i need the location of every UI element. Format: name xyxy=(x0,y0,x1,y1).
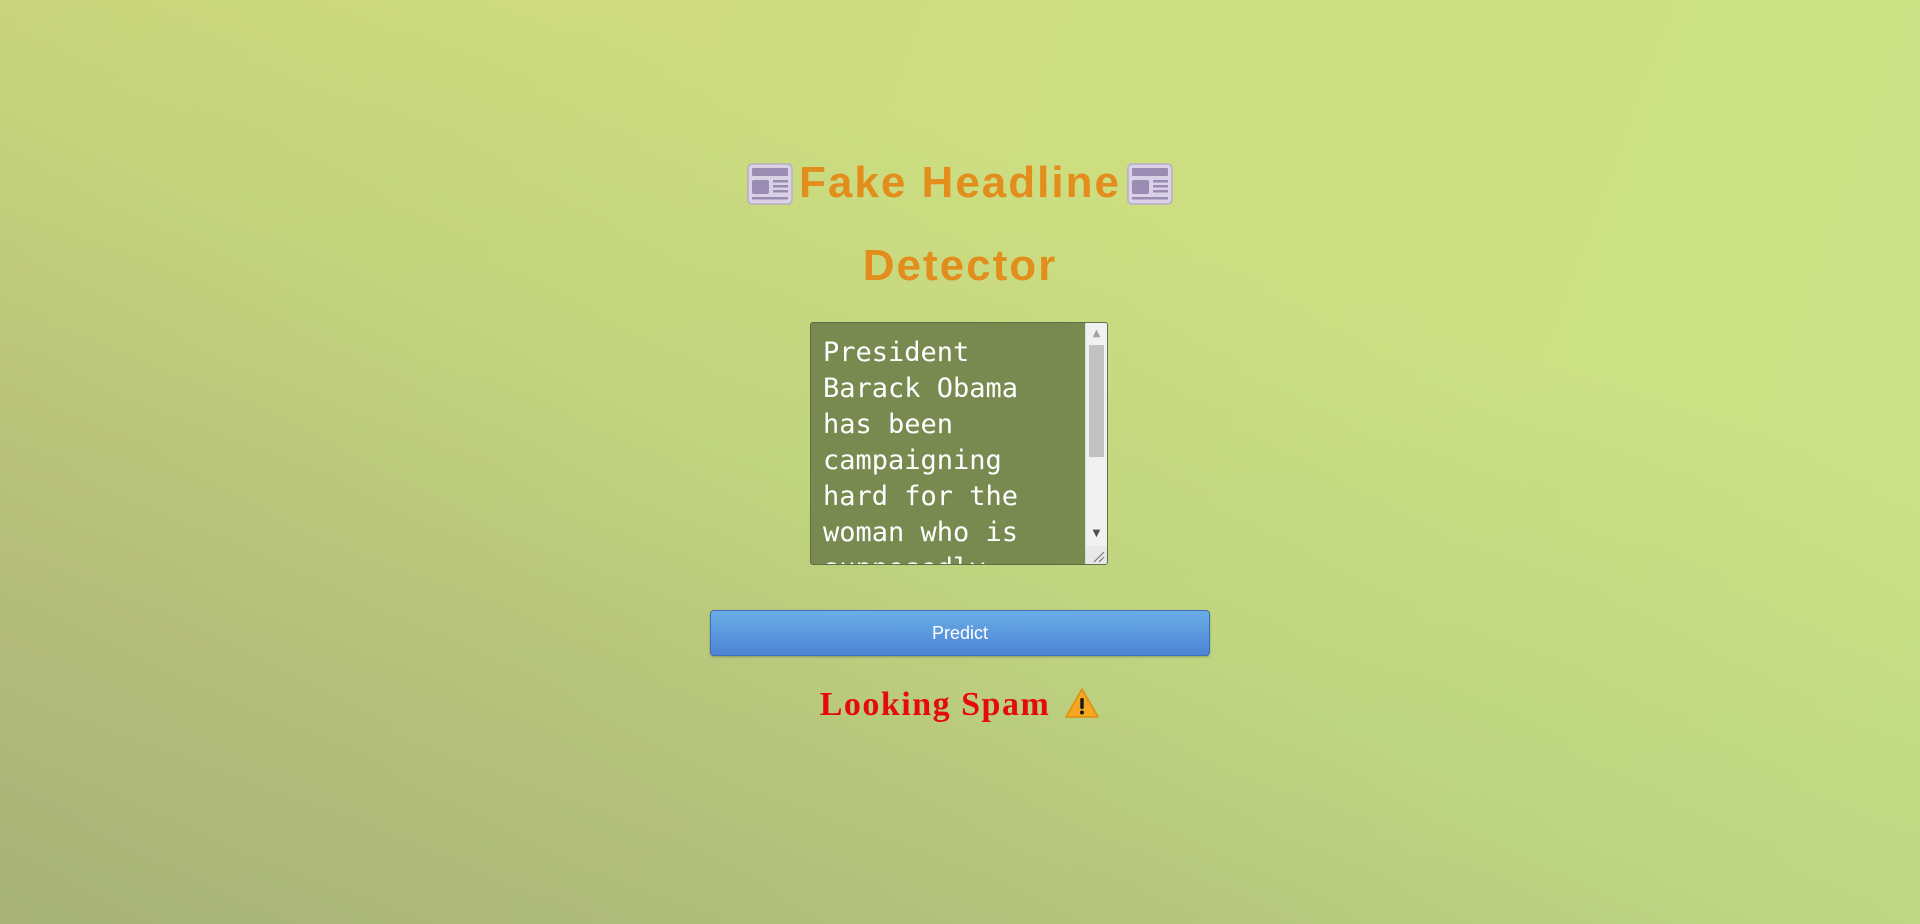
app-container: Fake Headline Detector President Barack … xyxy=(0,0,1920,924)
scroll-down-arrow-icon[interactable]: ▼ xyxy=(1086,523,1107,543)
scroll-thumb[interactable] xyxy=(1089,345,1104,457)
newspaper-icon xyxy=(747,163,793,205)
headline-textarea[interactable]: President Barack Obama has been campaign… xyxy=(810,322,1108,565)
textarea-scrollbar[interactable]: ▲ ▼ xyxy=(1085,323,1107,564)
title-text-line2: Detector xyxy=(862,241,1058,290)
warning-icon xyxy=(1065,688,1100,718)
page-title: Fake Headline xyxy=(0,158,1920,208)
resize-grip-icon[interactable] xyxy=(1086,546,1107,564)
prediction-result: Looking Spam xyxy=(0,686,1920,724)
title-text-line1: Fake Headline xyxy=(799,158,1121,207)
headline-textarea-value[interactable]: President Barack Obama has been campaign… xyxy=(823,335,1073,564)
result-text: Looking Spam xyxy=(819,686,1051,723)
newspaper-icon xyxy=(1127,163,1173,205)
predict-button[interactable]: Predict xyxy=(710,610,1210,656)
scroll-up-arrow-icon[interactable]: ▲ xyxy=(1086,323,1107,343)
